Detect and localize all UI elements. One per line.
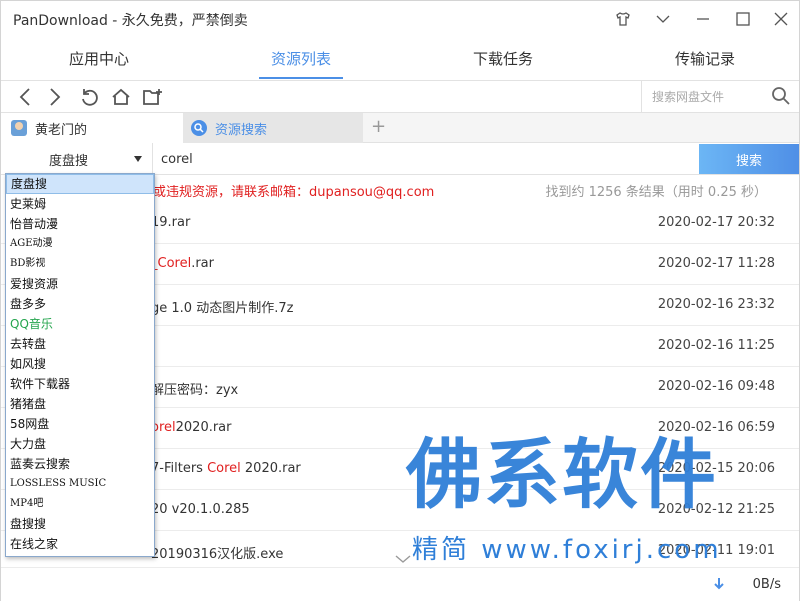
watermark-title: 佛系软件 xyxy=(406,430,718,519)
search-tab-label: 资源搜索 xyxy=(215,122,268,138)
close-button[interactable] xyxy=(767,7,795,31)
account-tab-bar: 黄老门的 资源搜索 + xyxy=(1,113,799,143)
netdisk-search-box xyxy=(641,81,799,112)
file-name: 20 v20.1.0.285 xyxy=(151,502,250,517)
maximize-button[interactable] xyxy=(729,7,757,31)
tab-user-account[interactable]: 黄老门的 xyxy=(1,113,183,143)
engine-option[interactable]: AGE动漫 xyxy=(6,234,154,254)
file-date: 2020-02-16 09:48 xyxy=(657,379,775,394)
app-window: PanDownload - 永久免费，严禁倒卖 应用中心 资源列表 下载任务 传… xyxy=(0,0,800,601)
engine-option[interactable]: 猪猪盘 xyxy=(6,394,154,414)
result-count: 找到约 1256 条结果（用时 0.25 秒） xyxy=(545,185,767,200)
new-folder-icon[interactable] xyxy=(141,85,165,109)
download-arrow-icon xyxy=(713,576,725,595)
toolbar xyxy=(1,81,799,113)
refresh-icon[interactable] xyxy=(77,85,101,109)
minimize-button[interactable] xyxy=(689,7,717,31)
avatar xyxy=(11,120,27,136)
tab-app-center[interactable]: 应用中心 xyxy=(29,37,169,81)
home-icon[interactable] xyxy=(109,85,133,109)
file-name: _Corel.rar xyxy=(151,256,214,271)
engine-option[interactable]: BD影视 xyxy=(6,254,154,274)
engine-option[interactable]: LOSSLESS MUSIC xyxy=(6,474,154,494)
watermark-subtitle: 精简 www.foxirj.com xyxy=(412,535,722,565)
engine-option[interactable]: 蓝奏云搜索 xyxy=(6,454,154,474)
file-name: orel2020.rar xyxy=(151,420,232,435)
engine-option[interactable]: QQ音乐 xyxy=(6,314,154,334)
dropdown-caret-icon xyxy=(134,156,142,162)
chevron-down-icon[interactable] xyxy=(649,7,677,31)
engine-option[interactable]: 爱搜资源 xyxy=(6,274,154,294)
engine-option[interactable]: 怡普动漫 xyxy=(6,214,154,234)
engine-option[interactable]: 度盘搜 xyxy=(6,174,154,194)
file-date: 2020-02-17 11:28 xyxy=(657,256,775,271)
tab-resource-search[interactable]: 资源搜索 xyxy=(183,113,363,143)
scroll-down-chevron-icon[interactable] xyxy=(395,549,411,568)
engine-option[interactable]: 在线之家 xyxy=(6,534,154,554)
add-tab-button[interactable]: + xyxy=(371,117,386,137)
search-row: 度盘搜 搜索 xyxy=(1,143,799,175)
search-button[interactable]: 搜索 xyxy=(699,144,799,174)
skin-shirt-icon[interactable] xyxy=(609,7,637,31)
file-name: 7-Filters Corel 2020.rar xyxy=(151,461,301,476)
file-date: 2020-02-16 23:32 xyxy=(657,297,775,312)
file-name: 20190316汉化版.exe xyxy=(151,547,284,562)
back-icon[interactable] xyxy=(13,85,37,109)
report-warning: 或违规资源，请联系邮箱：dupansou@qq.com xyxy=(153,185,435,200)
forward-icon[interactable] xyxy=(43,85,67,109)
file-name: ge 1.0 动态图片制作.7z xyxy=(151,301,294,316)
engine-option[interactable]: 如风搜 xyxy=(6,354,154,374)
file-date: 2020-02-17 20:32 xyxy=(657,215,775,230)
engine-option[interactable]: 盘多多 xyxy=(6,294,154,314)
query-input[interactable] xyxy=(161,149,681,169)
status-bar: 0B/s xyxy=(1,567,799,601)
engine-dropdown-list: 度盘搜 史莱姆 怡普动漫 AGE动漫 BD影视 爱搜资源 盘多多 QQ音乐 去转… xyxy=(5,173,155,557)
title-bar: PanDownload - 永久免费，严禁倒卖 xyxy=(1,1,799,37)
main-tabs: 应用中心 资源列表 下载任务 传输记录 xyxy=(1,37,799,81)
engine-option[interactable]: 软件下载器 xyxy=(6,374,154,394)
search-icon[interactable] xyxy=(771,86,791,110)
user-name: 黄老门的 xyxy=(35,122,88,138)
tab-download-tasks[interactable]: 下载任务 xyxy=(433,37,573,81)
engine-option[interactable]: 大力盘 xyxy=(6,434,154,454)
netdisk-search-input[interactable] xyxy=(652,87,762,107)
download-speed: 0B/s xyxy=(752,577,781,592)
engine-option[interactable]: MP4吧 xyxy=(6,494,154,514)
engine-option[interactable]: 去转盘 xyxy=(6,334,154,354)
tab-resource-list[interactable]: 资源列表 xyxy=(231,37,371,81)
engine-option[interactable]: 盘搜搜 xyxy=(6,514,154,534)
engine-option[interactable]: 史莱姆 xyxy=(6,194,154,214)
engine-selected-label: 度盘搜 xyxy=(49,153,89,169)
engine-option[interactable]: 58网盘 xyxy=(6,414,154,434)
file-name: 解压密码：zyx xyxy=(151,383,239,398)
window-title: PanDownload - 永久免费，严禁倒卖 xyxy=(13,13,248,29)
file-name: 19.rar xyxy=(151,215,191,230)
engine-select[interactable]: 度盘搜 xyxy=(1,143,153,175)
search-icon xyxy=(191,120,207,136)
tab-transfer-records[interactable]: 传输记录 xyxy=(635,37,775,81)
file-date: 2020-02-16 11:25 xyxy=(657,338,775,353)
